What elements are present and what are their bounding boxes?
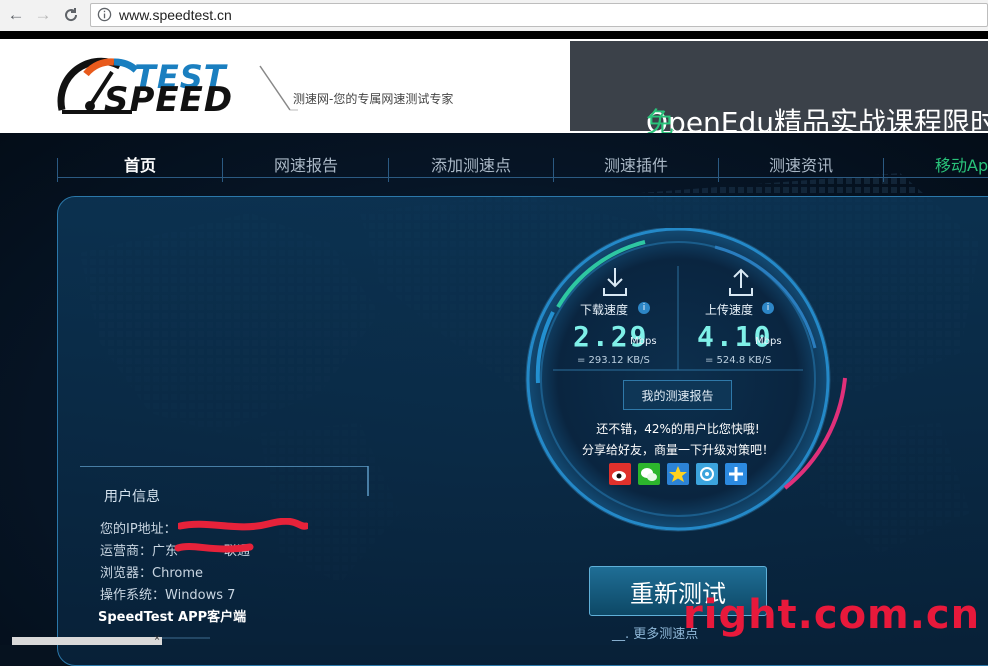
download-kbps: = 293.12 KB/S (577, 355, 650, 366)
os-info: 操作系统：Windows 7 (100, 588, 236, 603)
nav-separator (388, 158, 389, 182)
browser-info: 浏览器：Chrome (100, 566, 204, 581)
plus-icon[interactable] (725, 463, 747, 485)
main-nav: 首页 网速报告 添加测速点 测速插件 测速资讯 移动Ap (57, 144, 988, 184)
compare-message: 还不错，42%的用户比您快哦! (596, 422, 760, 436)
weibo-icon[interactable] (609, 463, 631, 485)
download-icon (603, 268, 627, 296)
nav-item-mobile-app[interactable]: 移动Ap (935, 152, 988, 176)
upload-unit: Mbps (755, 336, 782, 347)
reload-icon[interactable] (61, 5, 81, 25)
wechat-icon[interactable] (638, 463, 660, 485)
nav-item-speed-report[interactable]: 网速报告 (274, 152, 338, 176)
app-download-link[interactable]: SpeedTest APP客户端 (98, 606, 246, 625)
download-bar-strip: × (12, 633, 162, 645)
nav-separator (718, 158, 719, 182)
url-text[interactable]: www.speedtest.cn (119, 7, 232, 23)
ip-label: 您的IP地址： (100, 522, 177, 537)
upload-info-icon[interactable]: i (762, 302, 774, 314)
star-icon[interactable] (667, 463, 689, 485)
my-report-button[interactable]: 我的测速报告 (623, 380, 732, 410)
nav-separator (222, 158, 223, 182)
logo-text-speed: SPEED (104, 80, 234, 120)
nav-separator (553, 158, 554, 182)
forward-icon[interactable]: → (33, 5, 53, 25)
download-info-icon[interactable]: i (638, 302, 650, 314)
nav-item-news[interactable]: 测速资讯 (769, 152, 833, 176)
download-unit: Mbps (630, 336, 657, 347)
tagline: 测速网-您的专属网速测试专家 (293, 92, 454, 106)
ip-redaction-scribble (178, 518, 308, 531)
isp-redaction-scribble (174, 543, 254, 553)
address-bar[interactable]: www.speedtest.cn (90, 3, 988, 27)
download-label: 下载速度 (580, 303, 629, 317)
nav-separator (883, 158, 884, 182)
user-info-box: 用户信息 您的IP地址： 运营商：广东 联通 浏览器：Chrome 操作系统：Wi… (80, 466, 370, 645)
nav-item-home[interactable]: 首页 (124, 152, 156, 176)
ad-banner[interactable]: OpenEdu精品实战课程限时免 (570, 41, 988, 139)
user-info-title: 用户信息 (104, 489, 160, 505)
nav-item-add-point[interactable]: 添加测速点 (431, 152, 511, 176)
logo-slash-divider (259, 65, 298, 111)
nav-separator (57, 158, 58, 182)
nav-item-plugin[interactable]: 测速插件 (604, 152, 668, 176)
back-icon[interactable]: ← (6, 5, 26, 25)
upload-kbps: = 524.8 KB/S (705, 355, 772, 366)
nav-underline (57, 177, 988, 178)
upload-label: 上传速度 (705, 303, 754, 317)
speed-gauge: 下载速度 i 2.29 Mbps = 293.12 KB/S 上传速度 i 4.… (515, 228, 855, 548)
watermark: right.com.cn (683, 592, 981, 638)
browser-toolbar: ← → www.speedtest.cn (0, 0, 988, 32)
close-icon[interactable]: × (154, 633, 160, 644)
share-message: 分享给好友，商量一下升级对策吧！ (581, 443, 774, 457)
tencent-weibo-icon[interactable] (696, 463, 718, 485)
top-divider (0, 31, 988, 39)
info-icon[interactable] (97, 7, 112, 22)
upload-icon (729, 268, 753, 296)
